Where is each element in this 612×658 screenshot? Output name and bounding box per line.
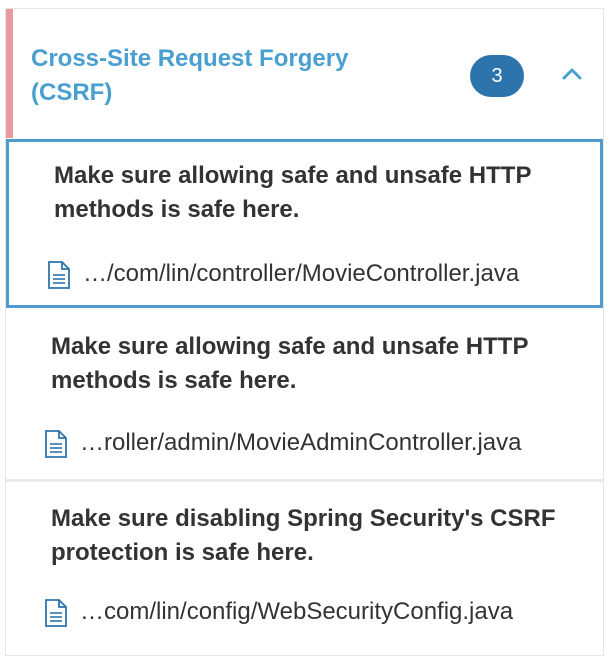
hotspot-item[interactable]: Make sure allowing safe and unsafe HTTP …	[6, 311, 603, 479]
hotspot-message: Make sure disabling Spring Security's CS…	[51, 505, 556, 566]
file-document-icon	[45, 599, 67, 627]
hotspot-file-location: …/com/lin/controller/MovieController.jav…	[47, 257, 597, 291]
hotspot-count-badge: 3	[470, 55, 524, 97]
category-accent-bar	[6, 9, 13, 138]
hotspot-item[interactable]: Make sure disabling Spring Security's CS…	[6, 479, 603, 655]
file-path: …com/lin/config/WebSecurityConfig.java	[80, 598, 514, 625]
security-hotspot-category-panel: Cross-Site Request Forgery (CSRF) 3 Make…	[5, 8, 604, 656]
chevron-up-icon[interactable]	[562, 64, 582, 84]
file-path: …/com/lin/controller/MovieController.jav…	[83, 260, 520, 287]
hotspot-message: Make sure allowing safe and unsafe HTTP …	[54, 162, 532, 223]
category-header[interactable]: Cross-Site Request Forgery (CSRF) 3	[6, 9, 603, 138]
hotspot-file-location: …com/lin/config/WebSecurityConfig.java	[44, 595, 594, 629]
hotspot-item[interactable]: Make sure allowing safe and unsafe HTTP …	[6, 139, 603, 308]
category-title[interactable]: Cross-Site Request Forgery (CSRF)	[31, 42, 431, 110]
hotspot-file-location: …roller/admin/MovieAdminController.java	[44, 426, 594, 460]
hotspot-message: Make sure allowing safe and unsafe HTTP …	[51, 333, 529, 394]
file-document-icon	[45, 430, 67, 458]
file-document-icon	[48, 261, 70, 289]
file-path: …roller/admin/MovieAdminController.java	[80, 429, 522, 456]
